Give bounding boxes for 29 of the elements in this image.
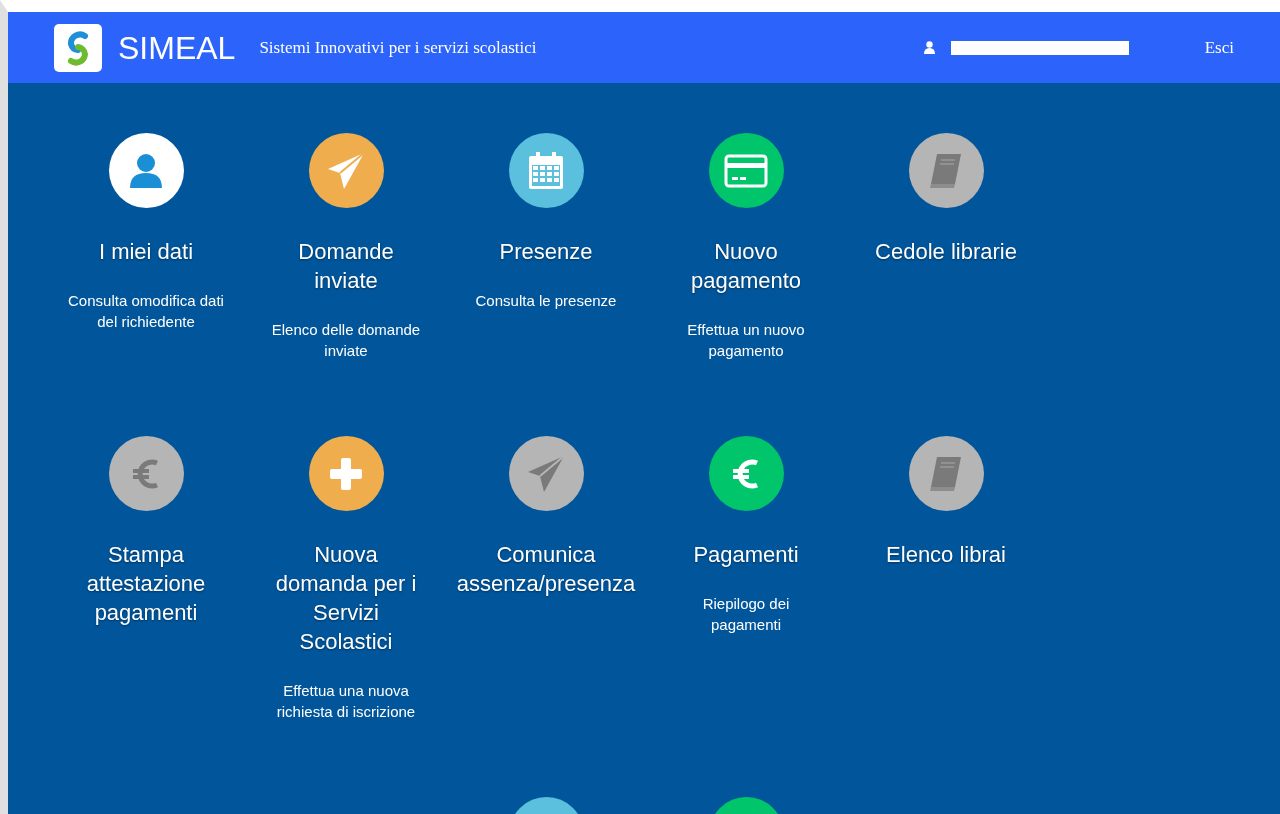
credit-card-icon <box>724 153 768 188</box>
tile-title-link[interactable]: Nuova domanda per i Servizi Scolastici <box>266 540 426 656</box>
tile-title-link[interactable]: Presenze <box>499 237 593 266</box>
paper-plane-icon <box>526 453 566 494</box>
euro-icon <box>731 456 761 491</box>
tile-title-link[interactable]: Pagamenti <box>693 540 799 569</box>
brand-name: SIMEAL <box>118 28 236 68</box>
tile-description: Effettua una nuova richiesta di iscrizione <box>275 681 417 722</box>
euro-icon <box>131 456 161 491</box>
tile-description: Effettua un nuovo pagamento <box>686 320 806 361</box>
tile-description: Elenco delle domande inviate <box>270 320 422 361</box>
tile-title-link[interactable]: Elenco librai <box>886 540 1006 569</box>
calendar-icon <box>527 150 565 191</box>
user-icon <box>923 41 935 54</box>
tile-description: Consulta omodifica dati del richiedente <box>68 291 224 332</box>
tile-title-link[interactable]: Cedole librarie <box>875 237 1017 266</box>
tile-title-link[interactable]: Nuovo pagamento <box>666 237 826 295</box>
user-icon <box>129 152 163 189</box>
tile-title-link[interactable]: I miei dati <box>98 237 194 266</box>
tile-title-link[interactable]: Comunica assenza/presenza <box>456 540 636 598</box>
tile-description: Riepilogo dei pagamenti <box>701 594 791 635</box>
paper-plane-icon <box>326 150 366 191</box>
tile-description: Consulta le presenze <box>475 291 617 311</box>
logo-icon <box>54 23 102 72</box>
logout-link[interactable]: Esci <box>1204 34 1234 61</box>
tagline: Sistemi Innovativi per i servizi scolastici <box>259 36 537 59</box>
tile-title-link[interactable]: Stampa attestazione pagamenti <box>66 540 226 627</box>
tile-title-link[interactable]: Domande inviate <box>266 237 426 295</box>
plus-icon <box>328 455 364 492</box>
